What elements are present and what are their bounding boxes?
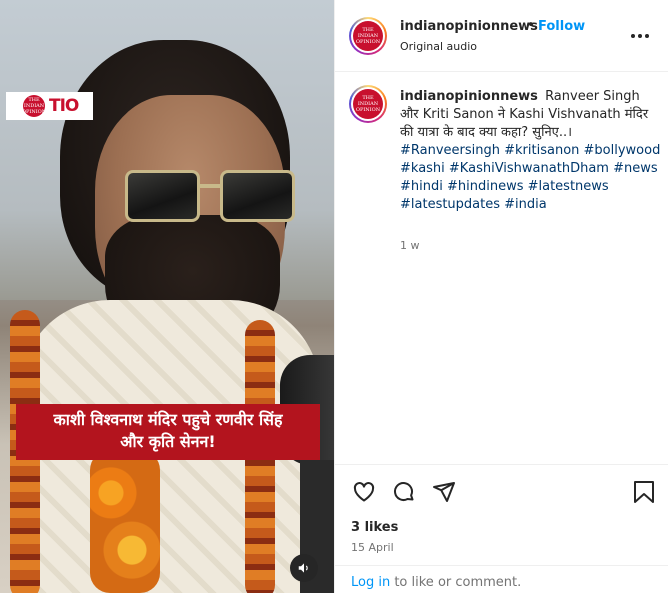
comment-icon (394, 482, 414, 501)
login-link[interactable]: Log in (351, 575, 390, 590)
caption-body: indianopinionnews Ranveer Singh और Kriti… (400, 88, 662, 214)
separator-dot: • (527, 18, 535, 33)
like-button[interactable] (351, 479, 377, 505)
video-caption-banner: काशी विश्वनाथ मंदिर पहुचे रणवीर सिंह और … (16, 404, 320, 460)
save-button[interactable] (631, 479, 657, 505)
avatar-logo: THE INDIAN OPINION (353, 21, 383, 51)
channel-logo-badge: THE INDIAN OPINION TIO (6, 92, 93, 120)
post-header: THE INDIAN OPINION indianopinionnews • Fol… (335, 0, 668, 72)
video-caption-line-2: और कृति सेनन! (120, 432, 216, 451)
post-sidebar: THE INDIAN OPINION indianopinionnews • Fol… (334, 0, 668, 593)
audio-label[interactable]: Original audio (400, 40, 477, 53)
marigold-flowers (90, 450, 160, 593)
speaker-icon (298, 563, 308, 573)
likes-count[interactable]: 3 likes (351, 520, 398, 535)
post-video[interactable]: THE INDIAN OPINION TIO काशी विश्वनाथ मंदिर… (0, 0, 334, 593)
post-caption: THE INDIAN OPINION indianopinionnews Ranve… (335, 72, 668, 464)
send-icon (433, 482, 455, 502)
login-suffix: to like or comment. (390, 575, 522, 590)
avatar-logo: THE INDIAN OPINION (353, 89, 383, 119)
share-button[interactable] (431, 479, 457, 505)
comment-button[interactable] (391, 479, 417, 505)
post-date: 15 April (351, 541, 394, 554)
caption-hashtags[interactable]: #Ranveersingh #kritisanon #bollywood #ka… (400, 142, 662, 214)
bookmark-icon (634, 481, 654, 503)
more-options-icon[interactable] (631, 26, 651, 46)
author-username[interactable]: indianopinionnews (400, 19, 538, 34)
caption-avatar[interactable]: THE INDIAN OPINION (349, 85, 387, 123)
heart-icon (353, 482, 375, 502)
mute-toggle-button[interactable] (290, 554, 318, 582)
action-bar: 3 likes 15 April Log in to like or comme… (335, 464, 668, 593)
video-subject-sunglasses (125, 170, 315, 230)
login-prompt: Log in to like or comment. (335, 565, 668, 593)
video-caption-line-1: काशी विश्वनाथ मंदिर पहुचे रणवीर सिंह (53, 410, 283, 429)
caption-timestamp[interactable]: 1 w (400, 239, 420, 252)
logo-seal: THE INDIAN OPINION (21, 95, 47, 117)
caption-username[interactable]: indianopinionnews (400, 89, 538, 104)
avatar[interactable]: THE INDIAN OPINION (349, 17, 387, 55)
logo-text: TIO (49, 96, 79, 116)
instagram-post: THE INDIAN OPINION TIO काशी विश्वनाथ मंदिर… (0, 0, 668, 593)
follow-button[interactable]: Follow (538, 19, 585, 34)
